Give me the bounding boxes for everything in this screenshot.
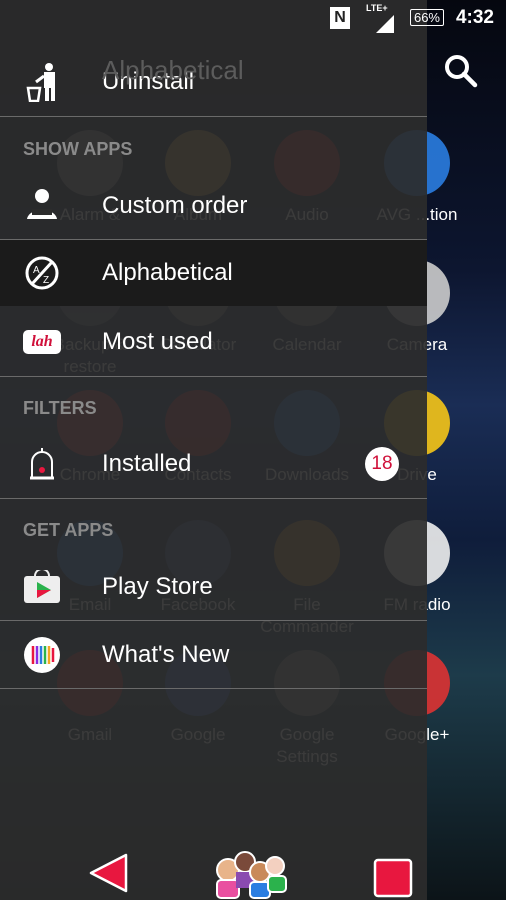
svg-text:A: A [33,265,40,276]
nfc-icon: N [330,7,350,29]
birdcage-icon [22,444,62,484]
bottom-bar [0,830,427,900]
most-used-icon-text: lah [23,330,61,354]
installed-item[interactable]: Installed 18 [0,430,427,498]
installed-label: Installed [102,450,192,477]
network-type: LTE+ [366,3,388,13]
play-store-label: Play Store [102,573,213,600]
navigation-drawer: Uninstall SHOW APPS Custom order AZ Alph… [0,0,427,900]
section-show-apps: SHOW APPS [23,139,133,159]
custom-order-label: Custom order [102,192,248,219]
custom-order-icon [22,186,62,226]
whats-new-label: What's New [102,641,230,668]
speech-bubble-icon: lah [22,322,62,362]
stop-square-icon[interactable] [373,858,413,898]
play-store-item[interactable]: Play Store [0,553,427,621]
trash-person-icon [22,62,62,102]
section-filters: FILTERS [23,398,97,418]
signal-icon: LTE+ [366,3,396,33]
clock: 4:32 [455,7,494,28]
status-bar: N LTE+ 66% 4:32 [0,0,506,36]
back-triangle-icon[interactable] [88,852,130,894]
a-z-icon: AZ [22,253,62,293]
alphabetical-item[interactable]: AZ Alphabetical [0,240,427,306]
whats-new-icon [22,635,62,675]
most-used-label: Most used [102,328,213,355]
section-get-apps: GET APPS [23,520,114,540]
divider [0,688,427,689]
installed-count-badge: 18 [365,447,399,481]
play-store-icon [22,567,62,607]
divider [0,376,427,377]
search-icon[interactable] [444,54,478,88]
divider [0,498,427,499]
battery-indicator: 66% [409,9,444,26]
svg-text:Z: Z [43,275,49,286]
people-group-icon[interactable] [212,848,288,900]
most-used-item[interactable]: lah Most used [0,308,427,376]
whats-new-item[interactable]: What's New [0,621,427,689]
alphabetical-label: Alphabetical [102,259,233,286]
screen-title: Alphabetical [102,55,244,85]
custom-order-item[interactable]: Custom order [0,172,427,240]
divider [0,116,427,117]
